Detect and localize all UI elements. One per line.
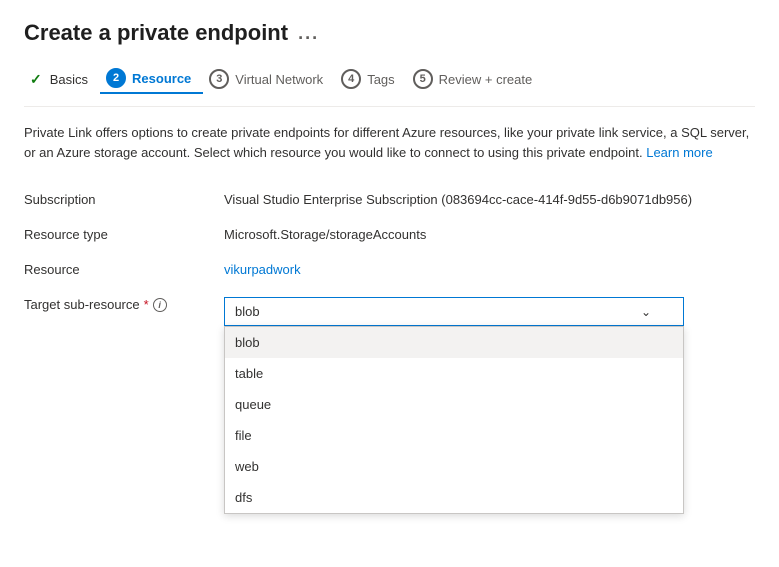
dropdown-option-dfs[interactable]: dfs xyxy=(225,482,683,513)
info-text-content: Private Link offers options to create pr… xyxy=(24,125,749,160)
subscription-row: Subscription Visual Studio Enterprise Su… xyxy=(24,182,755,217)
subscription-label: Subscription xyxy=(24,182,224,217)
info-icon: i xyxy=(153,298,167,312)
dropdown-trigger[interactable]: blob ⌄ xyxy=(224,297,684,326)
resource-type-row: Resource type Microsoft.Storage/storageA… xyxy=(24,217,755,252)
step-tags-label: Tags xyxy=(367,72,394,87)
step-vnet-circle: 3 xyxy=(209,69,229,89)
page-title: Create a private endpoint xyxy=(24,20,288,46)
step-review-create[interactable]: 5 Review + create xyxy=(407,65,545,93)
step-virtual-network-label: Virtual Network xyxy=(235,72,323,87)
check-icon: ✓ xyxy=(30,71,42,88)
page-header: Create a private endpoint ... xyxy=(24,20,755,46)
resource-form: Subscription Visual Studio Enterprise Su… xyxy=(24,182,755,336)
step-tags[interactable]: 4 Tags xyxy=(335,65,406,93)
target-sub-resource-field: blob ⌄ blob table queue file web dfs xyxy=(224,287,755,336)
target-sub-resource-label: Target sub-resource xyxy=(24,297,140,312)
page-title-dots: ... xyxy=(298,23,319,44)
dropdown-option-table[interactable]: table xyxy=(225,358,683,389)
resource-type-label: Resource type xyxy=(24,217,224,252)
resource-label: Resource xyxy=(24,252,224,287)
resource-type-value: Microsoft.Storage/storageAccounts xyxy=(224,217,755,252)
step-resource[interactable]: 2 Resource xyxy=(100,64,203,94)
dropdown-option-queue[interactable]: queue xyxy=(225,389,683,420)
dropdown-option-blob[interactable]: blob xyxy=(225,327,683,358)
required-indicator: * xyxy=(144,297,149,312)
subscription-value: Visual Studio Enterprise Subscription (0… xyxy=(224,182,755,217)
info-description: Private Link offers options to create pr… xyxy=(24,123,755,162)
target-sub-resource-dropdown[interactable]: blob ⌄ blob table queue file web dfs xyxy=(224,297,684,326)
target-sub-resource-label-cell: Target sub-resource * i xyxy=(24,287,224,336)
dropdown-option-file[interactable]: file xyxy=(225,420,683,451)
dropdown-menu: blob table queue file web dfs xyxy=(224,326,684,514)
step-review-circle: 5 xyxy=(413,69,433,89)
dropdown-selected-value: blob xyxy=(235,304,260,319)
step-tags-circle: 4 xyxy=(341,69,361,89)
learn-more-link[interactable]: Learn more xyxy=(646,145,712,160)
chevron-down-icon: ⌄ xyxy=(641,305,651,319)
step-resource-label: Resource xyxy=(132,71,191,86)
dropdown-option-web[interactable]: web xyxy=(225,451,683,482)
wizard-steps: ✓ Basics 2 Resource 3 Virtual Network 4 … xyxy=(24,64,755,107)
resource-value[interactable]: vikurpadwork xyxy=(224,262,301,277)
target-sub-resource-row: Target sub-resource * i blob ⌄ blob tabl… xyxy=(24,287,755,336)
step-basics[interactable]: ✓ Basics xyxy=(24,67,100,92)
step-resource-circle: 2 xyxy=(106,68,126,88)
step-basics-label: Basics xyxy=(50,72,88,87)
step-review-label: Review + create xyxy=(439,72,533,87)
resource-row: Resource vikurpadwork xyxy=(24,252,755,287)
step-virtual-network[interactable]: 3 Virtual Network xyxy=(203,65,335,93)
